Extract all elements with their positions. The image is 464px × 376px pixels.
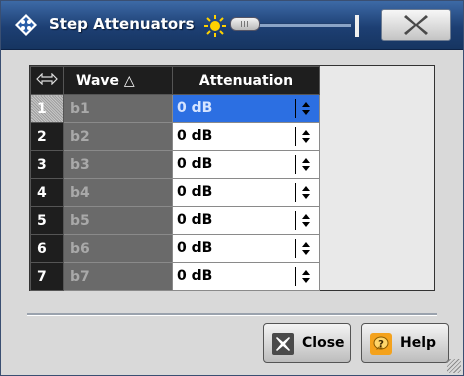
slider-end-marker [355,15,359,37]
cell-separator [295,267,296,286]
wave-cell: b7 [63,262,173,291]
wave-cell: b2 [63,122,173,151]
attenuation-cell[interactable]: 0 dB [172,94,320,123]
table-row[interactable]: 7 b7 0 dB [30,262,320,291]
wave-cell: b4 [63,178,173,207]
spin-arrows-icon[interactable] [301,211,311,230]
help-button-label: Help [400,335,437,351]
attenuation-value[interactable]: 0 dB [177,240,212,256]
cell-separator [295,211,296,230]
resize-grip[interactable] [447,359,461,373]
close-x-icon [272,333,294,355]
svg-text:?: ? [378,339,384,350]
cell-separator [295,239,296,258]
help-button[interactable]: ? Help [361,323,449,363]
attenuation-cell[interactable]: 0 dB [172,178,320,207]
attenuator-table: Wave △ Attenuation 1 b1 0 dB 2 b2 0 dB 3… [29,65,435,291]
attenuation-value[interactable]: 0 dB [177,128,212,144]
attenuation-value[interactable]: 0 dB [177,156,212,172]
header-wave[interactable]: Wave △ [63,66,173,95]
row-number[interactable]: 2 [30,122,64,151]
resize-arrows-icon [36,72,58,85]
cell-separator [295,99,296,118]
row-number[interactable]: 1 [30,94,64,123]
row-number[interactable]: 4 [30,178,64,207]
wave-cell: b5 [63,206,173,235]
divider [27,313,437,316]
help-question-icon: ? [370,333,392,355]
attenuation-cell[interactable]: 0 dB [172,262,320,291]
table-row[interactable]: 1 b1 0 dB [30,94,320,123]
app-diamond-icon [15,14,37,36]
transparency-slider-thumb[interactable] [230,17,260,31]
attenuation-cell[interactable]: 0 dB [172,234,320,263]
attenuation-value[interactable]: 0 dB [177,212,212,228]
cell-separator [295,127,296,146]
sun-icon [204,15,226,37]
attenuation-value[interactable]: 0 dB [177,268,212,284]
wave-cell: b3 [63,150,173,179]
table-row[interactable]: 6 b6 0 dB [30,234,320,263]
spin-arrows-icon[interactable] [301,155,311,174]
row-number[interactable]: 5 [30,206,64,235]
close-button-label: Close [302,335,345,351]
wave-cell: b1 [63,94,173,123]
row-number[interactable]: 3 [30,150,64,179]
spin-arrows-icon[interactable] [301,127,311,146]
title-bar[interactable]: Step Attenuators [1,1,463,50]
table-row[interactable]: 2 b2 0 dB [30,122,320,151]
row-number[interactable]: 7 [30,262,64,291]
header-attenuation[interactable]: Attenuation [172,66,320,95]
spin-arrows-icon[interactable] [301,99,311,118]
table-empty-area [306,94,434,290]
cell-separator [295,183,296,202]
spin-arrows-icon[interactable] [301,183,311,202]
attenuation-cell[interactable]: 0 dB [172,150,320,179]
attenuation-value[interactable]: 0 dB [177,184,212,200]
title-close-button[interactable] [381,9,451,41]
column-resize-corner[interactable] [30,66,64,95]
table-row[interactable]: 4 b4 0 dB [30,178,320,207]
attenuation-value[interactable]: 0 dB [177,100,212,116]
wave-cell: b6 [63,234,173,263]
cell-separator [295,155,296,174]
row-number[interactable]: 6 [30,234,64,263]
table-row[interactable]: 3 b3 0 dB [30,150,320,179]
spin-arrows-icon[interactable] [301,267,311,286]
step-attenuators-dialog: Step Attenuators Wave △ Attenuation 1 b1… [0,0,464,376]
attenuation-cell[interactable]: 0 dB [172,122,320,151]
table-row[interactable]: 5 b5 0 dB [30,206,320,235]
dialog-title: Step Attenuators [49,15,195,33]
attenuation-cell[interactable]: 0 dB [172,206,320,235]
close-button[interactable]: Close [263,323,351,363]
spin-arrows-icon[interactable] [301,239,311,258]
close-x-icon [404,15,428,35]
